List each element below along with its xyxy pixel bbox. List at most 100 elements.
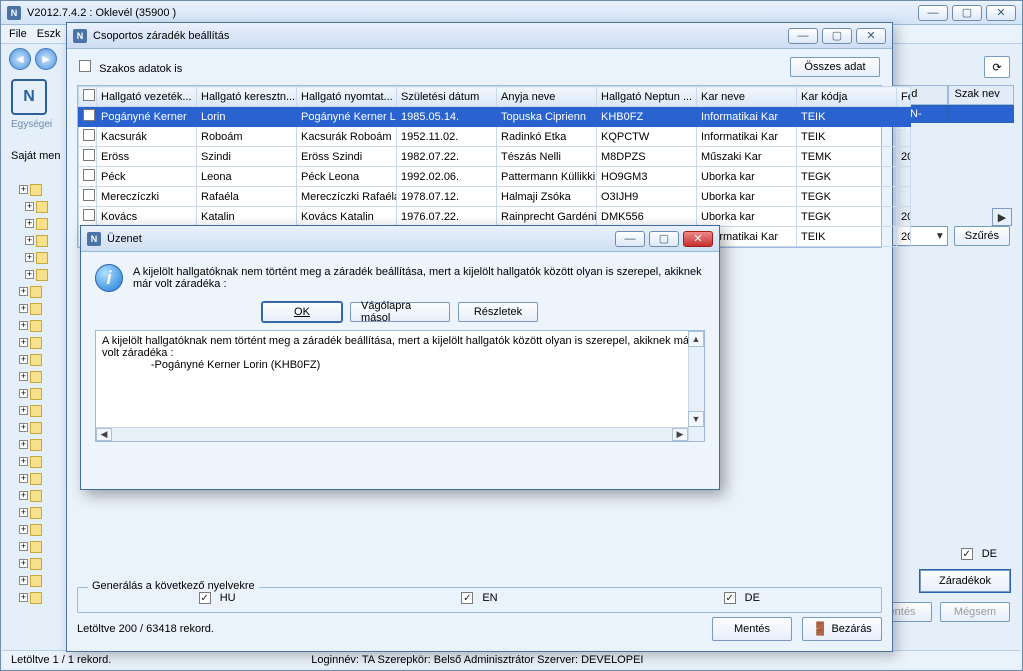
tree-expand-icon[interactable]: + (19, 372, 28, 381)
ok-button[interactable]: OK (262, 302, 342, 322)
tree-expand-icon[interactable]: + (19, 576, 28, 585)
row-checkbox[interactable] (83, 109, 95, 121)
msg-close-button[interactable]: ✕ (683, 231, 713, 247)
cell-ker: Szindi (197, 147, 297, 167)
zaradekok-label: Záradékok (939, 575, 991, 587)
refresh-icon-button[interactable]: ⟳ (984, 56, 1010, 78)
tree-expand-icon[interactable]: + (25, 202, 34, 211)
tree-expand-icon[interactable]: + (25, 219, 34, 228)
vscrollbar[interactable]: ▲ ▼ (688, 331, 704, 441)
students-grid[interactable]: Hallgató vezeték... Hallgató keresztn...… (77, 85, 882, 248)
tree-expand-icon[interactable]: + (19, 355, 28, 364)
en-checkbox[interactable]: ✓ (461, 592, 473, 604)
table-row[interactable]: KacsurákRoboámKacsurák Roboám1952.11.02.… (79, 127, 911, 147)
tree-view[interactable]: + + + + + + + + + + + + + + + + + + + + … (19, 181, 71, 621)
main-title-text: V2012.7.4.2 : Oklevél (35900 ) (27, 7, 176, 19)
hscroll-right-arrow[interactable]: ▶ (992, 208, 1012, 226)
tree-expand-icon[interactable]: + (19, 593, 28, 602)
table-row[interactable]: KovácsKatalinKovács Katalin1976.07.22.Ra… (79, 207, 911, 227)
chevron-down-icon: ▼ (935, 231, 945, 242)
grid-header-kark[interactable]: Kar kódja (797, 87, 897, 107)
tree-expand-icon[interactable]: + (19, 440, 28, 449)
tree-expand-icon[interactable]: + (19, 338, 28, 347)
sub-close-button[interactable]: ✕ (856, 28, 886, 44)
hu-checkbox[interactable]: ✓ (199, 592, 211, 604)
main-min-button[interactable]: — (918, 5, 948, 21)
grid-header-chk[interactable] (79, 87, 97, 107)
tree-expand-icon[interactable]: + (25, 253, 34, 262)
folder-icon (30, 558, 42, 570)
grid-header-anya[interactable]: Anyja neve (497, 87, 597, 107)
cell-karn: Uborka kar (697, 187, 797, 207)
scroll-down-arrow[interactable]: ▼ (688, 411, 704, 427)
header-checkbox[interactable] (83, 89, 95, 101)
tree-expand-icon[interactable]: + (19, 508, 28, 517)
sub-min-button[interactable]: — (788, 28, 818, 44)
msg-min-button[interactable]: — (615, 231, 645, 247)
tree-expand-icon[interactable]: + (19, 423, 28, 432)
cell-ker: Leona (197, 167, 297, 187)
tree-expand-icon[interactable]: + (19, 304, 28, 313)
menu-eszk[interactable]: Eszk (37, 28, 61, 40)
hscrollbar[interactable]: ◀ ▶ (96, 427, 688, 441)
msg-detail-textarea[interactable]: A kijelölt hallgatóknak nem történt meg … (95, 330, 705, 442)
zaradekok-button[interactable]: Záradékok (920, 570, 1010, 592)
row-checkbox[interactable] (83, 129, 95, 141)
osszes-adat-button[interactable]: Összes adat (790, 57, 880, 77)
main-max-button[interactable]: ▢ (952, 5, 982, 21)
tree-expand-icon[interactable]: + (19, 287, 28, 296)
grid-header-karn[interactable]: Kar neve (697, 87, 797, 107)
clipboard-copy-button[interactable]: Vágólapra másol (350, 302, 450, 322)
szakos-checkbox[interactable] (79, 60, 91, 72)
de-checkbox[interactable]: ✓ (961, 548, 973, 560)
tree-expand-icon[interactable]: + (19, 406, 28, 415)
main-close-button[interactable]: ✕ (986, 5, 1016, 21)
tree-expand-icon[interactable]: + (19, 491, 28, 500)
tree-expand-icon[interactable]: + (25, 270, 34, 279)
ok-label: OK (294, 306, 310, 318)
tree-expand-icon[interactable]: + (19, 525, 28, 534)
cell-kark: TEIK (797, 227, 897, 247)
app-icon: N (87, 232, 101, 246)
scroll-left-arrow[interactable]: ◀ (96, 428, 112, 441)
table-row[interactable]: PéckLeonaPéck Leona1992.02.06.Pattermann… (79, 167, 911, 187)
grid-header-vez[interactable]: Hallgató vezeték... (97, 87, 197, 107)
msg-title-text: Üzenet (107, 233, 142, 245)
nav-forward-button[interactable]: ► (35, 48, 57, 70)
msg-max-button[interactable]: ▢ (649, 231, 679, 247)
tree-expand-icon[interactable]: + (19, 185, 28, 194)
bezaras-button[interactable]: 🚪 Bezárás (802, 617, 882, 641)
scroll-up-arrow[interactable]: ▲ (688, 331, 704, 347)
grid-header-f[interactable]: Fé (897, 87, 911, 107)
row-checkbox[interactable] (83, 209, 95, 221)
de2-checkbox[interactable]: ✓ (724, 592, 736, 604)
right-cell-2[interactable] (948, 105, 1015, 123)
right-header-col-2[interactable]: Szak nev (948, 85, 1015, 105)
row-checkbox[interactable] (83, 189, 95, 201)
sub-max-button[interactable]: ▢ (822, 28, 852, 44)
menu-file[interactable]: File (9, 28, 27, 40)
scroll-right-arrow[interactable]: ▶ (672, 428, 688, 441)
table-row[interactable]: Pogányné KernerLorinPogányné Kerner Lo19… (79, 107, 911, 127)
tree-expand-icon[interactable]: + (19, 559, 28, 568)
row-checkbox[interactable] (83, 169, 95, 181)
tree-expand-icon[interactable]: + (19, 474, 28, 483)
table-row[interactable]: MereczíczkiRafaélaMereczíczki Rafaéla197… (79, 187, 911, 207)
tree-expand-icon[interactable]: + (19, 542, 28, 551)
tree-expand-icon[interactable]: + (19, 457, 28, 466)
mentes-button[interactable]: Mentés (712, 617, 792, 641)
grid-header-szul[interactable]: Születési dátum (397, 87, 497, 107)
vago-label: Vágólapra másol (361, 300, 439, 324)
tree-expand-icon[interactable]: + (25, 236, 34, 245)
szakos-checkbox-wrap[interactable]: Szakos adatok is (79, 60, 182, 75)
details-button[interactable]: Részletek (458, 302, 538, 322)
tree-expand-icon[interactable]: + (19, 321, 28, 330)
grid-header-ker[interactable]: Hallgató keresztn... (197, 87, 297, 107)
row-checkbox[interactable] (83, 149, 95, 161)
nav-back-button[interactable]: ◄ (9, 48, 31, 70)
szures-button[interactable]: Szűrés (954, 226, 1010, 246)
table-row[interactable]: ErössSzindiEröss Szindi1982.07.22.Tészás… (79, 147, 911, 167)
tree-expand-icon[interactable]: + (19, 389, 28, 398)
grid-header-nep[interactable]: Hallgató Neptun ... (597, 87, 697, 107)
grid-header-nyom[interactable]: Hallgató nyomtat... (297, 87, 397, 107)
